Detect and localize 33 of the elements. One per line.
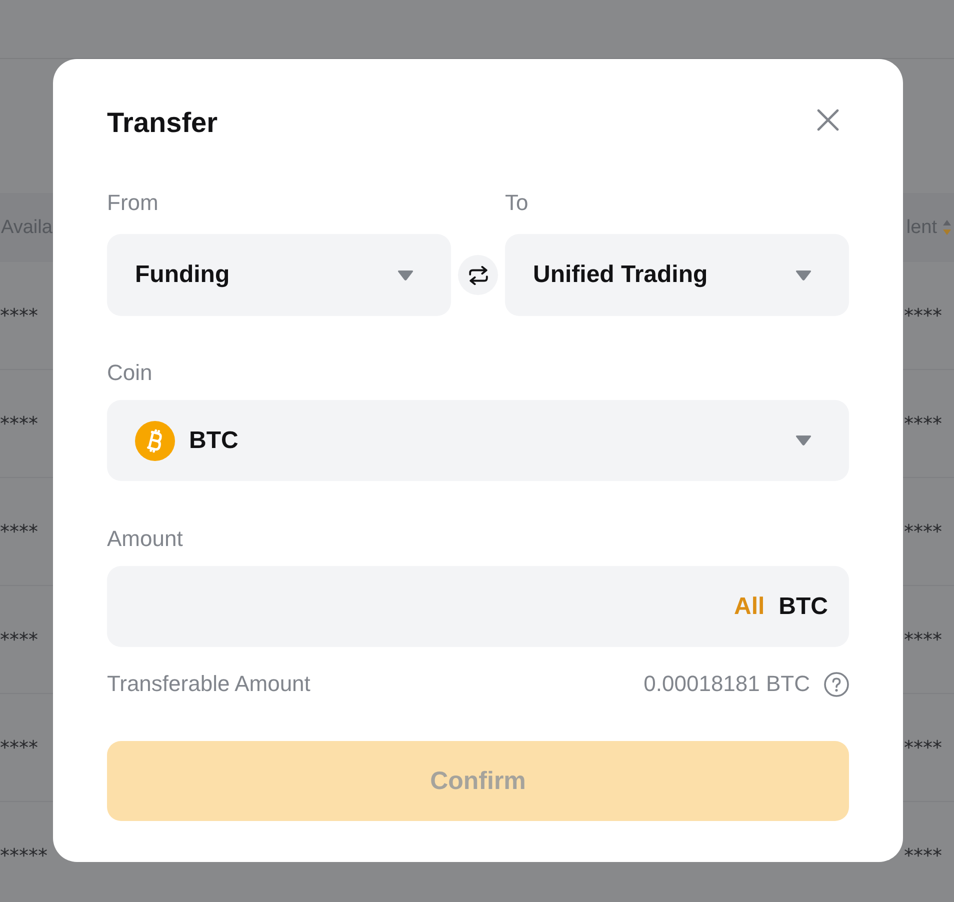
unit-label: BTC — [778, 592, 828, 620]
from-label: From — [107, 189, 160, 217]
dialog-title: Transfer — [107, 106, 218, 140]
transferable-amount: 0.00018181 BTC — [644, 670, 810, 698]
masked-value: **** — [0, 412, 38, 434]
caret-icon — [397, 270, 414, 280]
swap-button[interactable] — [458, 255, 498, 295]
bitcoin-icon — [135, 420, 175, 460]
masked-value: **** — [904, 520, 943, 542]
to-select[interactable]: Unified Trading — [505, 234, 849, 316]
masked-value: **** — [904, 304, 943, 326]
masked-value: **** — [0, 736, 38, 758]
from-select[interactable]: Funding — [107, 234, 451, 316]
caret-icon — [795, 435, 812, 446]
help-icon[interactable] — [824, 672, 849, 696]
amount-label: Amount — [107, 525, 184, 553]
amount-field[interactable]: All BTC — [107, 566, 849, 647]
transferable-label: Transferable Amount — [107, 670, 310, 698]
masked-value: **** — [904, 628, 943, 650]
masked-value: ***** — [0, 844, 48, 866]
masked-value: **** — [0, 628, 38, 650]
masked-value: **** — [904, 736, 943, 758]
masked-value: **** — [904, 844, 943, 866]
caret-icon — [795, 270, 812, 280]
close-icon — [817, 109, 839, 131]
masked-value: **** — [904, 412, 943, 434]
masked-value: **** — [0, 304, 38, 326]
to-label: To — [505, 189, 530, 217]
close-button[interactable] — [817, 109, 839, 131]
coin-select[interactable]: BTC — [107, 400, 849, 481]
coin-label: Coin — [107, 359, 154, 387]
masked-value: **** — [0, 520, 38, 542]
swap-icon — [468, 266, 488, 284]
